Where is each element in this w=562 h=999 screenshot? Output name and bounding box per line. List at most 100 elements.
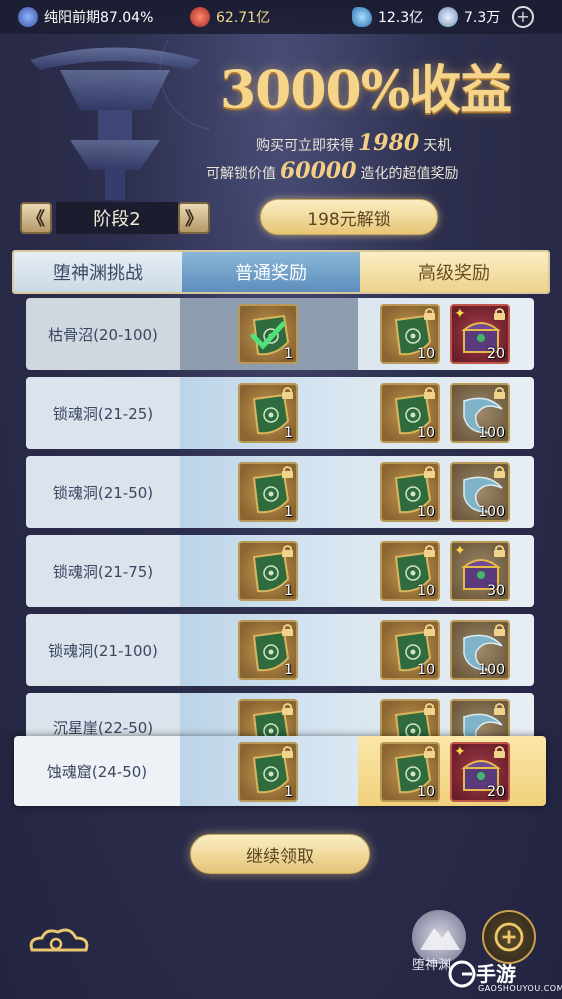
row-normal-rewards: 1 [180,535,358,607]
normal-reward-item[interactable]: 1 [238,742,298,802]
checkmark-icon [250,321,286,350]
lock-icon [493,746,506,758]
advanced-reward-item[interactable]: ✦ 20 [450,304,510,364]
normal-reward-item[interactable]: 1 [238,541,298,601]
lock-icon [423,466,436,478]
row-challenge-name: 锁魂洞(21-50) [26,456,180,528]
lock-icon [423,387,436,399]
item-count: 10 [417,425,435,441]
row-normal-rewards: 1 [180,736,358,806]
lock-icon [281,387,294,399]
normal-reward-item[interactable]: 1 [238,620,298,680]
advanced-reward-item[interactable]: 100 [450,383,510,443]
header-normal-reward: 普通奖励 [182,252,360,292]
item-count: 1 [284,583,293,599]
puzzle-badge-icon: ✦ [454,543,466,559]
item-count: 1 [284,504,293,520]
reward-row-5: 锁魂洞(21-100) 1 10 100 [26,614,534,686]
prev-stage-button[interactable]: 《 [20,202,52,234]
advanced-reward-item[interactable]: 10 [380,462,440,522]
row-challenge-name: 枯骨沼(20-100) [26,298,180,370]
row-advanced-rewards: 10 ✦ 30 [358,535,534,607]
row-normal-rewards: 1 [180,614,358,686]
advanced-reward-item[interactable]: 10 [380,541,440,601]
normal-reward-item[interactable]: 1 [238,462,298,522]
reward-row-1: 枯骨沼(20-100) 1 10 ✦ 20 [26,298,534,370]
normal-reward-item[interactable]: 1 [238,383,298,443]
item-count: 30 [487,583,505,599]
puzzle-badge-icon: ✦ [454,306,466,322]
stage-label: 阶段2 [56,202,178,234]
add-currency-button[interactable]: + [512,6,534,28]
item-count: 1 [284,425,293,441]
realm-text: 纯阳前期87.04% [44,10,154,26]
advanced-reward-item[interactable]: 10 [380,620,440,680]
lock-icon [281,746,294,758]
advanced-reward-item[interactable]: 10 [380,383,440,443]
item-count: 1 [284,784,293,800]
row-advanced-rewards: 10 ✦ 20 [358,736,546,806]
plus-icon: + [512,6,534,28]
row-challenge-name: 锁魂洞(21-75) [26,535,180,607]
top-status-bar: 纯阳前期87.04% 62.71亿 12.3亿 7.3万 + [0,0,562,34]
item-count: 1 [284,346,293,362]
reward-row-4: 锁魂洞(21-75) 1 10 ✦ 30 [26,535,534,607]
realm-icon [18,7,38,27]
lock-icon [423,746,436,758]
row-challenge-name: 锁魂洞(21-100) [26,614,180,686]
double-chevron-left-icon: 《 [27,209,45,230]
auspicious-cloud-icon[interactable] [26,924,92,960]
lock-icon [423,308,436,320]
item-count: 100 [478,504,505,520]
item-count: 100 [478,425,505,441]
row-normal-rewards: 1 [180,298,358,370]
lock-icon [493,703,506,715]
lock-icon [281,624,294,636]
normal-reward-item[interactable]: 1 [238,304,298,364]
header-advanced-reward: 高级奖励 [360,252,548,292]
reward-row-2: 锁魂洞(21-25) 1 10 100 [26,377,534,449]
item-count: 20 [487,784,505,800]
advanced-reward-item[interactable]: ✦ 30 [450,541,510,601]
watermark-text: 手游 [476,962,516,986]
spirit-stone-indicator[interactable]: 12.3亿 [352,7,423,27]
advanced-reward-item[interactable]: 100 [450,462,510,522]
banner-line-2-prefix: 可解锁价值 [206,166,276,182]
banner-line-2-number: 60000 [280,158,357,184]
item-count: 10 [417,346,435,362]
power-text: 62.71亿 [216,10,271,26]
spirit-stone-text: 12.3亿 [378,10,424,26]
jade-text: 7.3万 [464,10,501,26]
advanced-reward-item[interactable]: ✦ 20 [450,742,510,802]
jade-indicator[interactable]: 7.3万 [438,7,500,27]
lock-icon [281,703,294,715]
lock-icon [493,624,506,636]
reward-table-header: 堕神渊挑战 普通奖励 高级奖励 [12,250,550,294]
banner-line-1-number: 1980 [358,130,420,156]
lock-icon [281,545,294,557]
banner-line-1: 购买可立即获得 1980 天机 [256,130,451,156]
battle-power-icon [190,7,210,27]
row-advanced-rewards: 10 ✦ 20 [358,298,534,370]
watermark-subtext: GAOSHOUYOU.COM [478,984,562,993]
item-count: 100 [478,662,505,678]
row-challenge-name: 锁魂洞(21-25) [26,377,180,449]
item-count: 20 [487,346,505,362]
row-advanced-rewards: 10 100 [358,377,534,449]
next-stage-button[interactable]: 》 [178,202,210,234]
fallen-abyss-label: 堕神渊 [412,958,452,973]
realm-indicator: 纯阳前期87.04% [18,7,153,27]
advanced-reward-item[interactable]: 10 [380,742,440,802]
item-count: 10 [417,504,435,520]
pavilion-decoration [30,40,210,200]
lock-icon [493,308,506,320]
lock-icon [493,387,506,399]
banner-line-1-suffix: 天机 [423,138,452,154]
advanced-reward-item[interactable]: 10 [380,304,440,364]
lock-icon [493,466,506,478]
unlock-button[interactable]: 198元解锁 [260,199,438,235]
continue-claim-button[interactable]: 继续领取 [190,834,370,874]
row-advanced-rewards: 10 100 [358,456,534,528]
banner-line-1-prefix: 购买可立即获得 [256,138,354,154]
advanced-reward-item[interactable]: 100 [450,620,510,680]
